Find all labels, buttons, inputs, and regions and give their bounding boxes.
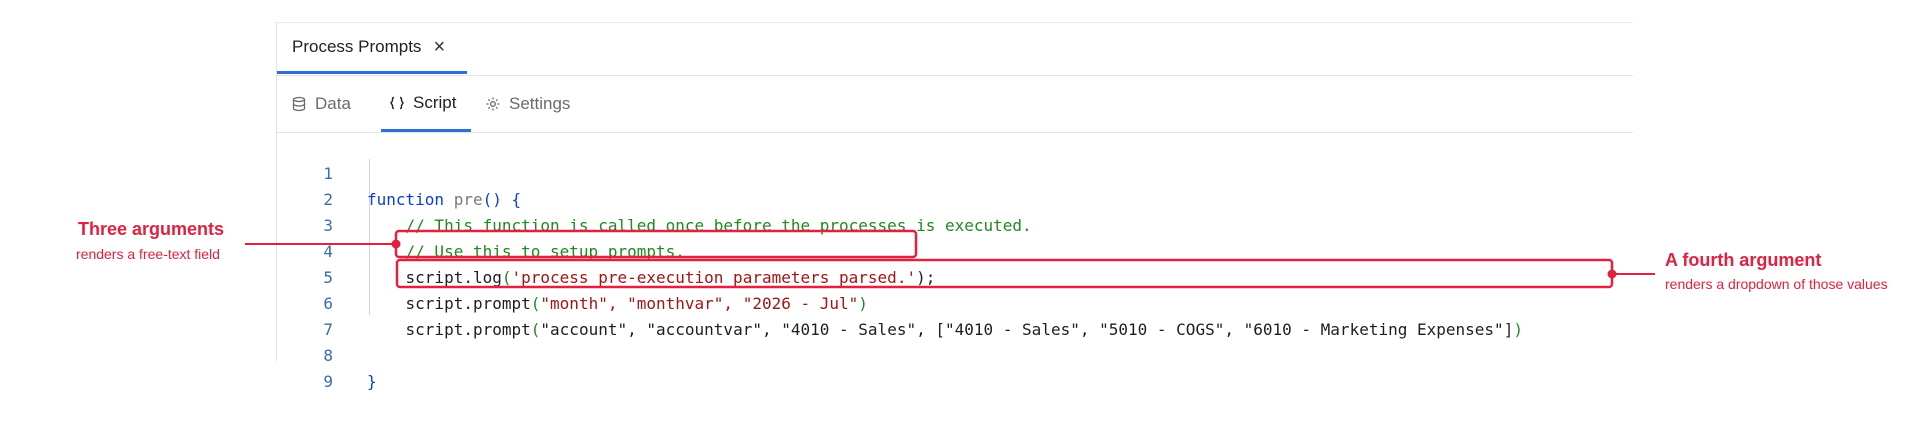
code-line-1: 1 function pre() { (277, 135, 1617, 209)
tab-data-label: Data (315, 94, 351, 113)
callout-left-subtitle: renders a free-text field (76, 246, 220, 262)
tab-title: Process Prompts (292, 37, 422, 56)
code-editor[interactable]: 1 function pre() { 2 // This function is… (277, 133, 1633, 391)
tab-settings[interactable]: Settings (485, 76, 570, 132)
callout-right-title: A fourth argument (1665, 250, 1822, 270)
code-line-4: 4 script.log('process pre-execution para… (277, 213, 1617, 287)
document-tab-bar: Process Prompts × (277, 23, 1633, 76)
tab-data[interactable]: Data (291, 76, 351, 132)
code-line-9: 9 (277, 343, 1617, 391)
code-line-5: 5 script.prompt("month", "monthvar", "20… (277, 239, 1617, 313)
tab-script[interactable]: Script (381, 76, 471, 132)
close-icon[interactable]: × (433, 37, 445, 57)
database-icon (292, 96, 306, 112)
editor-panel: Process Prompts × Data Script Settings 1… (276, 22, 1633, 391)
braces-icon (390, 96, 404, 109)
callout-left-title: Three arguments (78, 219, 225, 239)
tab-process-prompts[interactable]: Process Prompts × (277, 23, 467, 74)
line-number: 9 (323, 372, 333, 391)
tab-script-label: Script (413, 92, 457, 112)
tab-settings-label: Settings (509, 94, 571, 113)
code-line-2: 2 // This function is called once before… (277, 161, 1617, 235)
subtab-bar: Data Script Settings (277, 76, 1633, 133)
code-line-3: 3 // Use this to setup prompts. (277, 187, 1617, 261)
gear-icon (486, 97, 500, 111)
code-line-8: 8 } (277, 317, 1617, 391)
closing-brace: } (367, 372, 377, 391)
code-line-6: 6 script.prompt("account", "accountvar",… (277, 265, 1617, 339)
code-line-7: 7 (277, 291, 1617, 339)
callout-right-subtitle: renders a dropdown of those values (1665, 276, 1888, 292)
